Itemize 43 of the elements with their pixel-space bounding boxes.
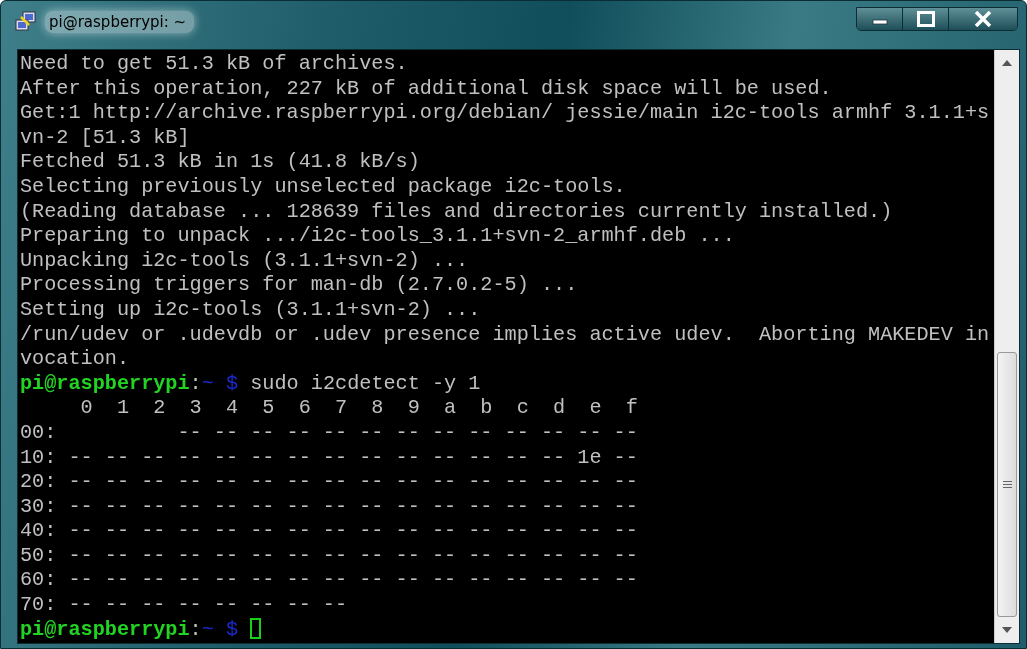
terminal-command: sudo i2cdetect -y 1	[250, 371, 481, 395]
terminal-output-line: 0 1 2 3 4 5 6 7 8 9 a b c d e f	[79, 396, 638, 420]
terminal-output-line: Need to get 51.3 kB of archives.	[20, 52, 408, 75]
prompt-symbol: $	[226, 617, 239, 641]
scroll-down-icon[interactable]	[1002, 627, 1012, 633]
window-title: pi@raspberrypi: ~	[45, 11, 195, 33]
terminal-output-line: Unpacking i2c-tools (3.1.1+svn-2) ...	[20, 248, 469, 272]
prompt-separator: :	[189, 371, 202, 395]
close-icon	[974, 11, 992, 27]
terminal-output-line: 70: -- -- -- -- -- -- -- --	[20, 593, 348, 617]
terminal-output-line: After this operation, 227 kB of additional disk space will be used.	[20, 76, 832, 100]
terminal-output-line: Processing triggers for man-db (2.7.0.2-5) ...	[20, 273, 578, 297]
maximize-icon	[916, 11, 935, 27]
terminal-output-line: 30: -- -- -- -- -- -- -- -- -- -- -- -- -- -- -- --	[20, 494, 638, 518]
prompt-user-host: pi@raspberrypi	[20, 617, 190, 641]
grip-icon	[1002, 481, 1012, 488]
terminal-output-line: 40: -- -- -- -- -- -- -- -- -- -- -- -- -- -- -- --	[20, 519, 638, 543]
scrollbar-thumb[interactable]	[997, 352, 1017, 617]
terminal-output-line: 00: -- -- -- -- -- -- -- -- -- -- -- -- --	[20, 420, 638, 444]
terminal-output-line: (Reading database ... 128639 files and directories currently installed.)	[20, 199, 893, 223]
minimize-button[interactable]	[857, 8, 903, 30]
prompt-separator: :	[189, 617, 202, 641]
terminal-output-line: 60: -- -- -- -- -- -- -- -- -- -- -- -- -- -- -- --	[20, 568, 638, 592]
prompt-symbol: $	[226, 371, 239, 395]
terminal-output-line: Preparing to unpack .../i2c-tools_3.1.1+svn-2_armhf.deb ...	[20, 224, 735, 248]
terminal-output-line: Get:1 http://archive.raspberrypi.org/debian/ jessie/main i2c-tools armhf 3.1.1+s	[20, 101, 990, 125]
terminal-output-line: 10: -- -- -- -- -- -- -- -- -- -- -- -- -- -- 1e --	[20, 445, 638, 469]
terminal-output-line: Setting up i2c-tools (3.1.1+svn-2) ...	[20, 297, 481, 321]
terminal-output-line: 20: -- -- -- -- -- -- -- -- -- -- -- -- -- -- -- --	[20, 470, 638, 494]
terminal-output-line: Selecting previously unselected package i2c-tools.	[20, 174, 626, 198]
prompt-path: ~	[201, 617, 214, 641]
terminal-output-line: Fetched 51.3 kB in 1s (41.8 kB/s)	[20, 150, 420, 174]
computers-icon	[15, 11, 37, 33]
terminal-output-line: /run/udev or .udevdb or .udev presence implies active udev. Aborting MAKEDEV in	[20, 322, 990, 346]
vertical-scrollbar[interactable]	[994, 50, 1019, 643]
close-button[interactable]	[949, 8, 1017, 30]
maximize-button[interactable]	[903, 8, 949, 30]
terminal-output-line: 50: -- -- -- -- -- -- -- -- -- -- -- -- -- -- -- --	[20, 543, 638, 567]
scroll-up-icon[interactable]	[1002, 60, 1012, 66]
terminal-output-line: vn-2 [51.3 kB]	[20, 125, 190, 149]
prompt-user-host: pi@raspberrypi	[20, 371, 190, 395]
prompt-path: ~	[201, 371, 214, 395]
terminal-output-line: vocation.	[20, 347, 130, 371]
